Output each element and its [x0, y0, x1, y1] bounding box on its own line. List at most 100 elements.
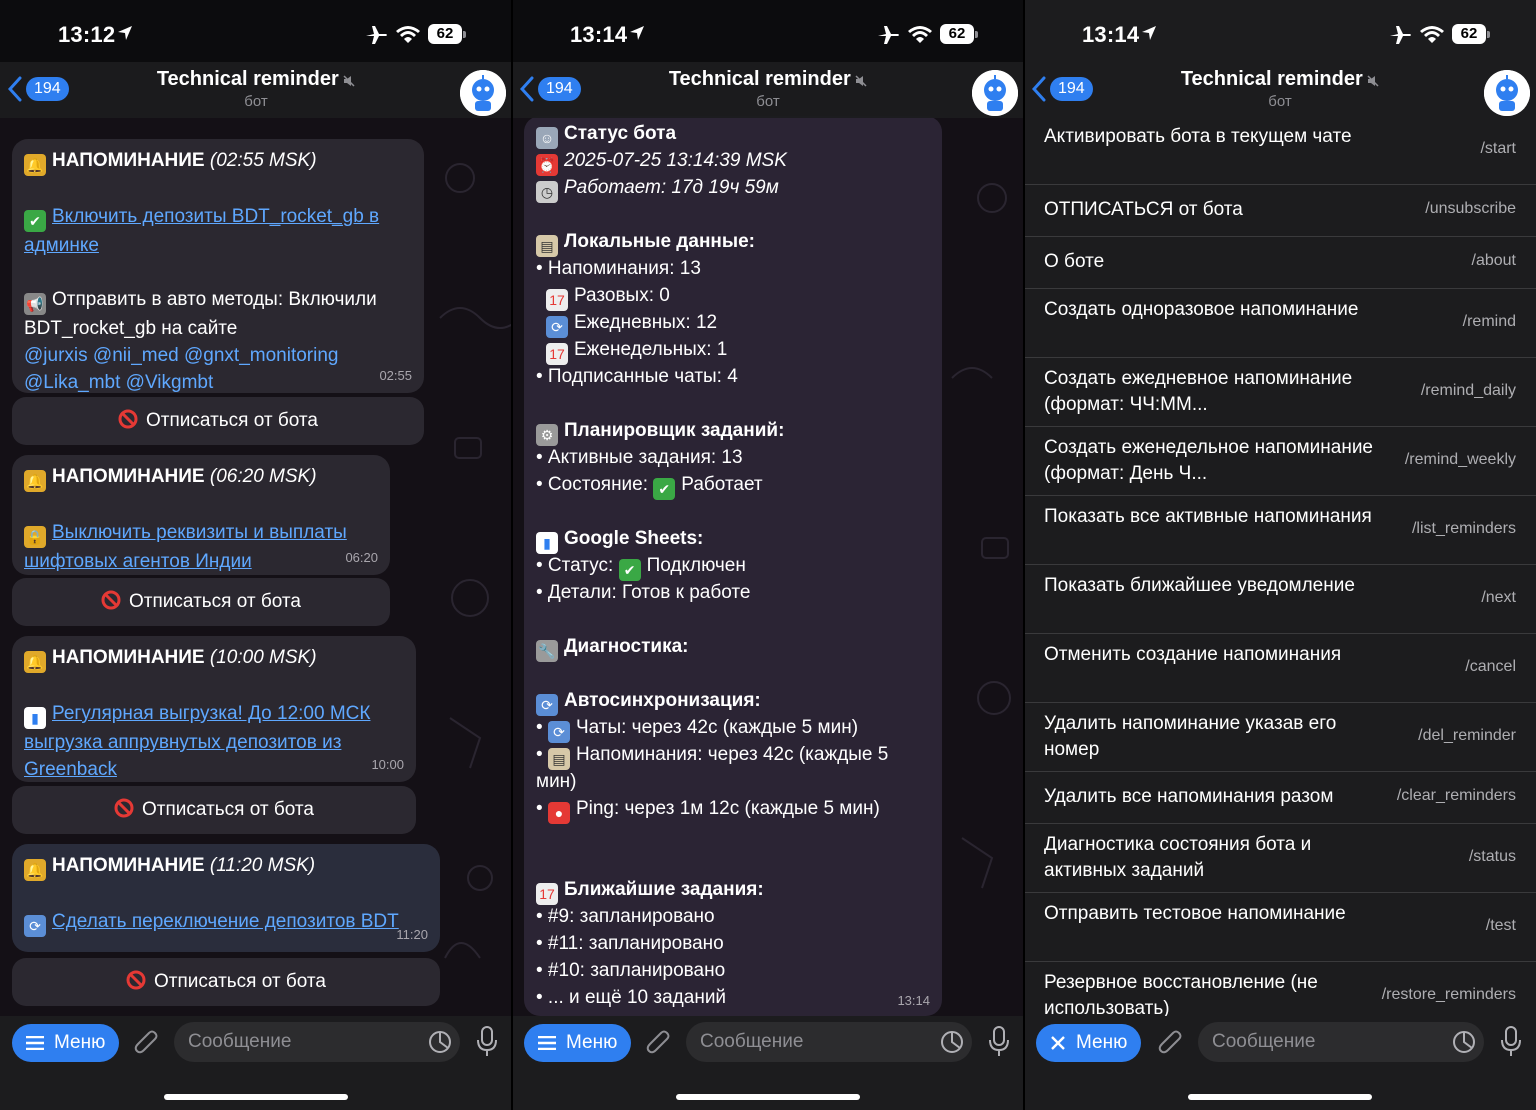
reminder-message: 🔔 НАПОМИНАНИЕ (02:55 MSK) ✔ Включить депоз… [12, 139, 424, 393]
sticker-icon[interactable] [428, 1030, 452, 1054]
message-time: 10:00 [371, 757, 404, 772]
microphone-icon[interactable] [1500, 1026, 1522, 1058]
command-item-status[interactable]: Диагностика состояния бота и активных за… [1024, 824, 1536, 893]
lock-icon: 🔒 [24, 526, 46, 548]
clipboard-icon: ▤ [536, 235, 558, 257]
chart-icon: ▮ [536, 532, 558, 554]
unsubscribe-button[interactable]: Отписаться от бота [12, 958, 440, 1006]
hamburger-icon [26, 1036, 44, 1050]
reminder-link[interactable]: Включить депозиты BDT_rocket_gb в админк… [24, 206, 379, 256]
check-icon: ✔ [653, 478, 676, 500]
chat-header: 194 Technical reminder бот [512, 62, 1024, 118]
back-button[interactable]: 194 [520, 76, 581, 102]
message-input-bar: Меню [512, 1016, 1024, 1110]
command-item-remind[interactable]: Создать одноразовое напоминание /remind [1024, 289, 1536, 358]
sticker-icon[interactable] [1452, 1030, 1476, 1054]
status-message: ☺ Статус бота ⏰ 2025-07-25 13:14:39 MSK ◷ Р… [524, 116, 942, 1016]
bot-avatar-icon[interactable] [972, 70, 1018, 116]
no-entry-icon [118, 409, 138, 429]
battery-level: 62 [1452, 24, 1490, 44]
clock: 13:14 [1082, 22, 1140, 47]
status-bar: 13:14 62 [1024, 0, 1536, 62]
command-item-del-reminder[interactable]: Удалить напоминание указав его номер /de… [1024, 703, 1536, 772]
command-item-list-reminders[interactable]: Показать все активные напоминания /list_… [1024, 496, 1536, 565]
chat-header: 194 Technical reminder бот [1024, 62, 1536, 118]
wifi-icon [396, 26, 420, 43]
gear-icon: ⚙ [536, 424, 558, 446]
sticker-icon[interactable] [940, 1030, 964, 1054]
hamburger-icon [538, 1036, 556, 1050]
chat-title-area[interactable]: Technical reminder бот [120, 68, 392, 110]
reminder-link[interactable]: Сделать переключение депозитов BDT [52, 911, 399, 932]
command-item-test[interactable]: Отправить тестовое напоминание /test [1024, 893, 1536, 962]
chat-title: Technical reminder [668, 68, 851, 90]
unread-count-badge: 194 [26, 77, 69, 101]
location-arrow-icon [630, 26, 644, 40]
alarm-icon: ⏰ [536, 154, 558, 176]
bot-command-list: Активировать бота в текущем чате /start … [1024, 118, 1536, 1016]
refresh-icon: ⟳ [24, 915, 46, 937]
calendar-icon: 17 [546, 343, 568, 365]
back-button[interactable]: 194 [1032, 76, 1093, 102]
bot-avatar-icon[interactable] [1484, 70, 1530, 116]
ping-pong-icon: ● [547, 802, 570, 824]
command-item-remind-weekly[interactable]: Создать еженедельное напоминание (формат… [1024, 427, 1536, 496]
message-input[interactable] [1198, 1022, 1484, 1062]
command-item-cancel[interactable]: Отменить создание напоминания /cancel [1024, 634, 1536, 703]
no-entry-icon [101, 590, 121, 610]
refresh-icon: ⟳ [536, 694, 558, 716]
status-bar: 13:14 62 [512, 0, 1024, 62]
battery-level: 62 [940, 24, 978, 44]
command-item-restore-reminders[interactable]: Резервное восстановление (не использоват… [1024, 962, 1536, 1016]
airplane-icon [366, 26, 387, 44]
unsubscribe-button[interactable]: Отписаться от бота [12, 786, 416, 834]
command-item-start[interactable]: Активировать бота в текущем чате /start [1024, 118, 1536, 185]
reminder-link[interactable]: Выключить реквизиты и выплаты шифтовых а… [24, 522, 347, 572]
menu-button[interactable]: Меню [524, 1024, 632, 1062]
paperclip-icon[interactable] [134, 1028, 160, 1058]
unsubscribe-button[interactable]: Отписаться от бота [12, 578, 390, 626]
robot-icon: ☺ [536, 127, 558, 149]
microphone-icon[interactable] [476, 1026, 498, 1058]
menu-close-button[interactable]: Меню [1036, 1024, 1142, 1062]
screen-divider [511, 0, 513, 1110]
back-button[interactable]: 194 [8, 76, 69, 102]
mentions[interactable]: @jurxis @nii_med @gnxt_monitoring @Lika_… [24, 342, 412, 396]
back-chevron-icon [8, 76, 22, 102]
menu-button[interactable]: Меню [12, 1024, 120, 1062]
mute-icon [855, 75, 867, 87]
chat-subtitle: бот [756, 93, 780, 110]
reminder-link[interactable]: Регулярная выгрузка! До 12:00 МСК выгруз… [24, 703, 370, 780]
message-input-bar: Меню [0, 1016, 512, 1110]
command-item-about[interactable]: О боте /about [1024, 237, 1536, 289]
command-item-unsubscribe[interactable]: ОТПИСАТЬСЯ от бота /unsubscribe [1024, 185, 1536, 237]
refresh-icon: ⟳ [546, 316, 568, 338]
chat-title: Technical reminder [1180, 68, 1363, 90]
close-icon [1051, 1036, 1065, 1050]
mute-icon [343, 75, 355, 87]
reminder-message: 🔔 НАПОМИНАНИЕ (11:20 MSK) ⟳ Сделать перекл… [12, 844, 440, 952]
clock: 13:14 [570, 22, 628, 47]
wifi-icon [908, 26, 932, 43]
message-input[interactable] [686, 1022, 972, 1062]
command-item-remind-daily[interactable]: Создать ежедневное напоминание (формат: … [1024, 358, 1536, 427]
check-icon: ✔ [24, 210, 46, 232]
unsubscribe-button[interactable]: Отписаться от бота [12, 397, 424, 445]
screen-reminders-chat: 13:12 62 194 Technical reminder бот 🔔 НАП… [0, 0, 512, 1110]
clipboard-icon: ▤ [547, 748, 570, 770]
bot-avatar-icon[interactable] [460, 70, 506, 116]
home-indicator [676, 1094, 860, 1100]
megaphone-icon: 📢 [24, 293, 46, 315]
home-indicator [164, 1094, 348, 1100]
message-input[interactable] [174, 1022, 460, 1062]
command-item-clear-reminders[interactable]: Удалить все напоминания разом /clear_rem… [1024, 772, 1536, 824]
chat-title-area[interactable]: Technical reminder бот [1144, 68, 1416, 110]
paperclip-icon[interactable] [1158, 1028, 1184, 1058]
microphone-icon[interactable] [988, 1026, 1010, 1058]
refresh-icon: ⟳ [547, 721, 570, 743]
mute-icon [1367, 75, 1379, 87]
command-item-next[interactable]: Показать ближайшее уведомление /next [1024, 565, 1536, 634]
paperclip-icon[interactable] [646, 1028, 672, 1058]
chat-title-area[interactable]: Technical reminder бот [632, 68, 904, 110]
airplane-icon [1390, 26, 1411, 44]
